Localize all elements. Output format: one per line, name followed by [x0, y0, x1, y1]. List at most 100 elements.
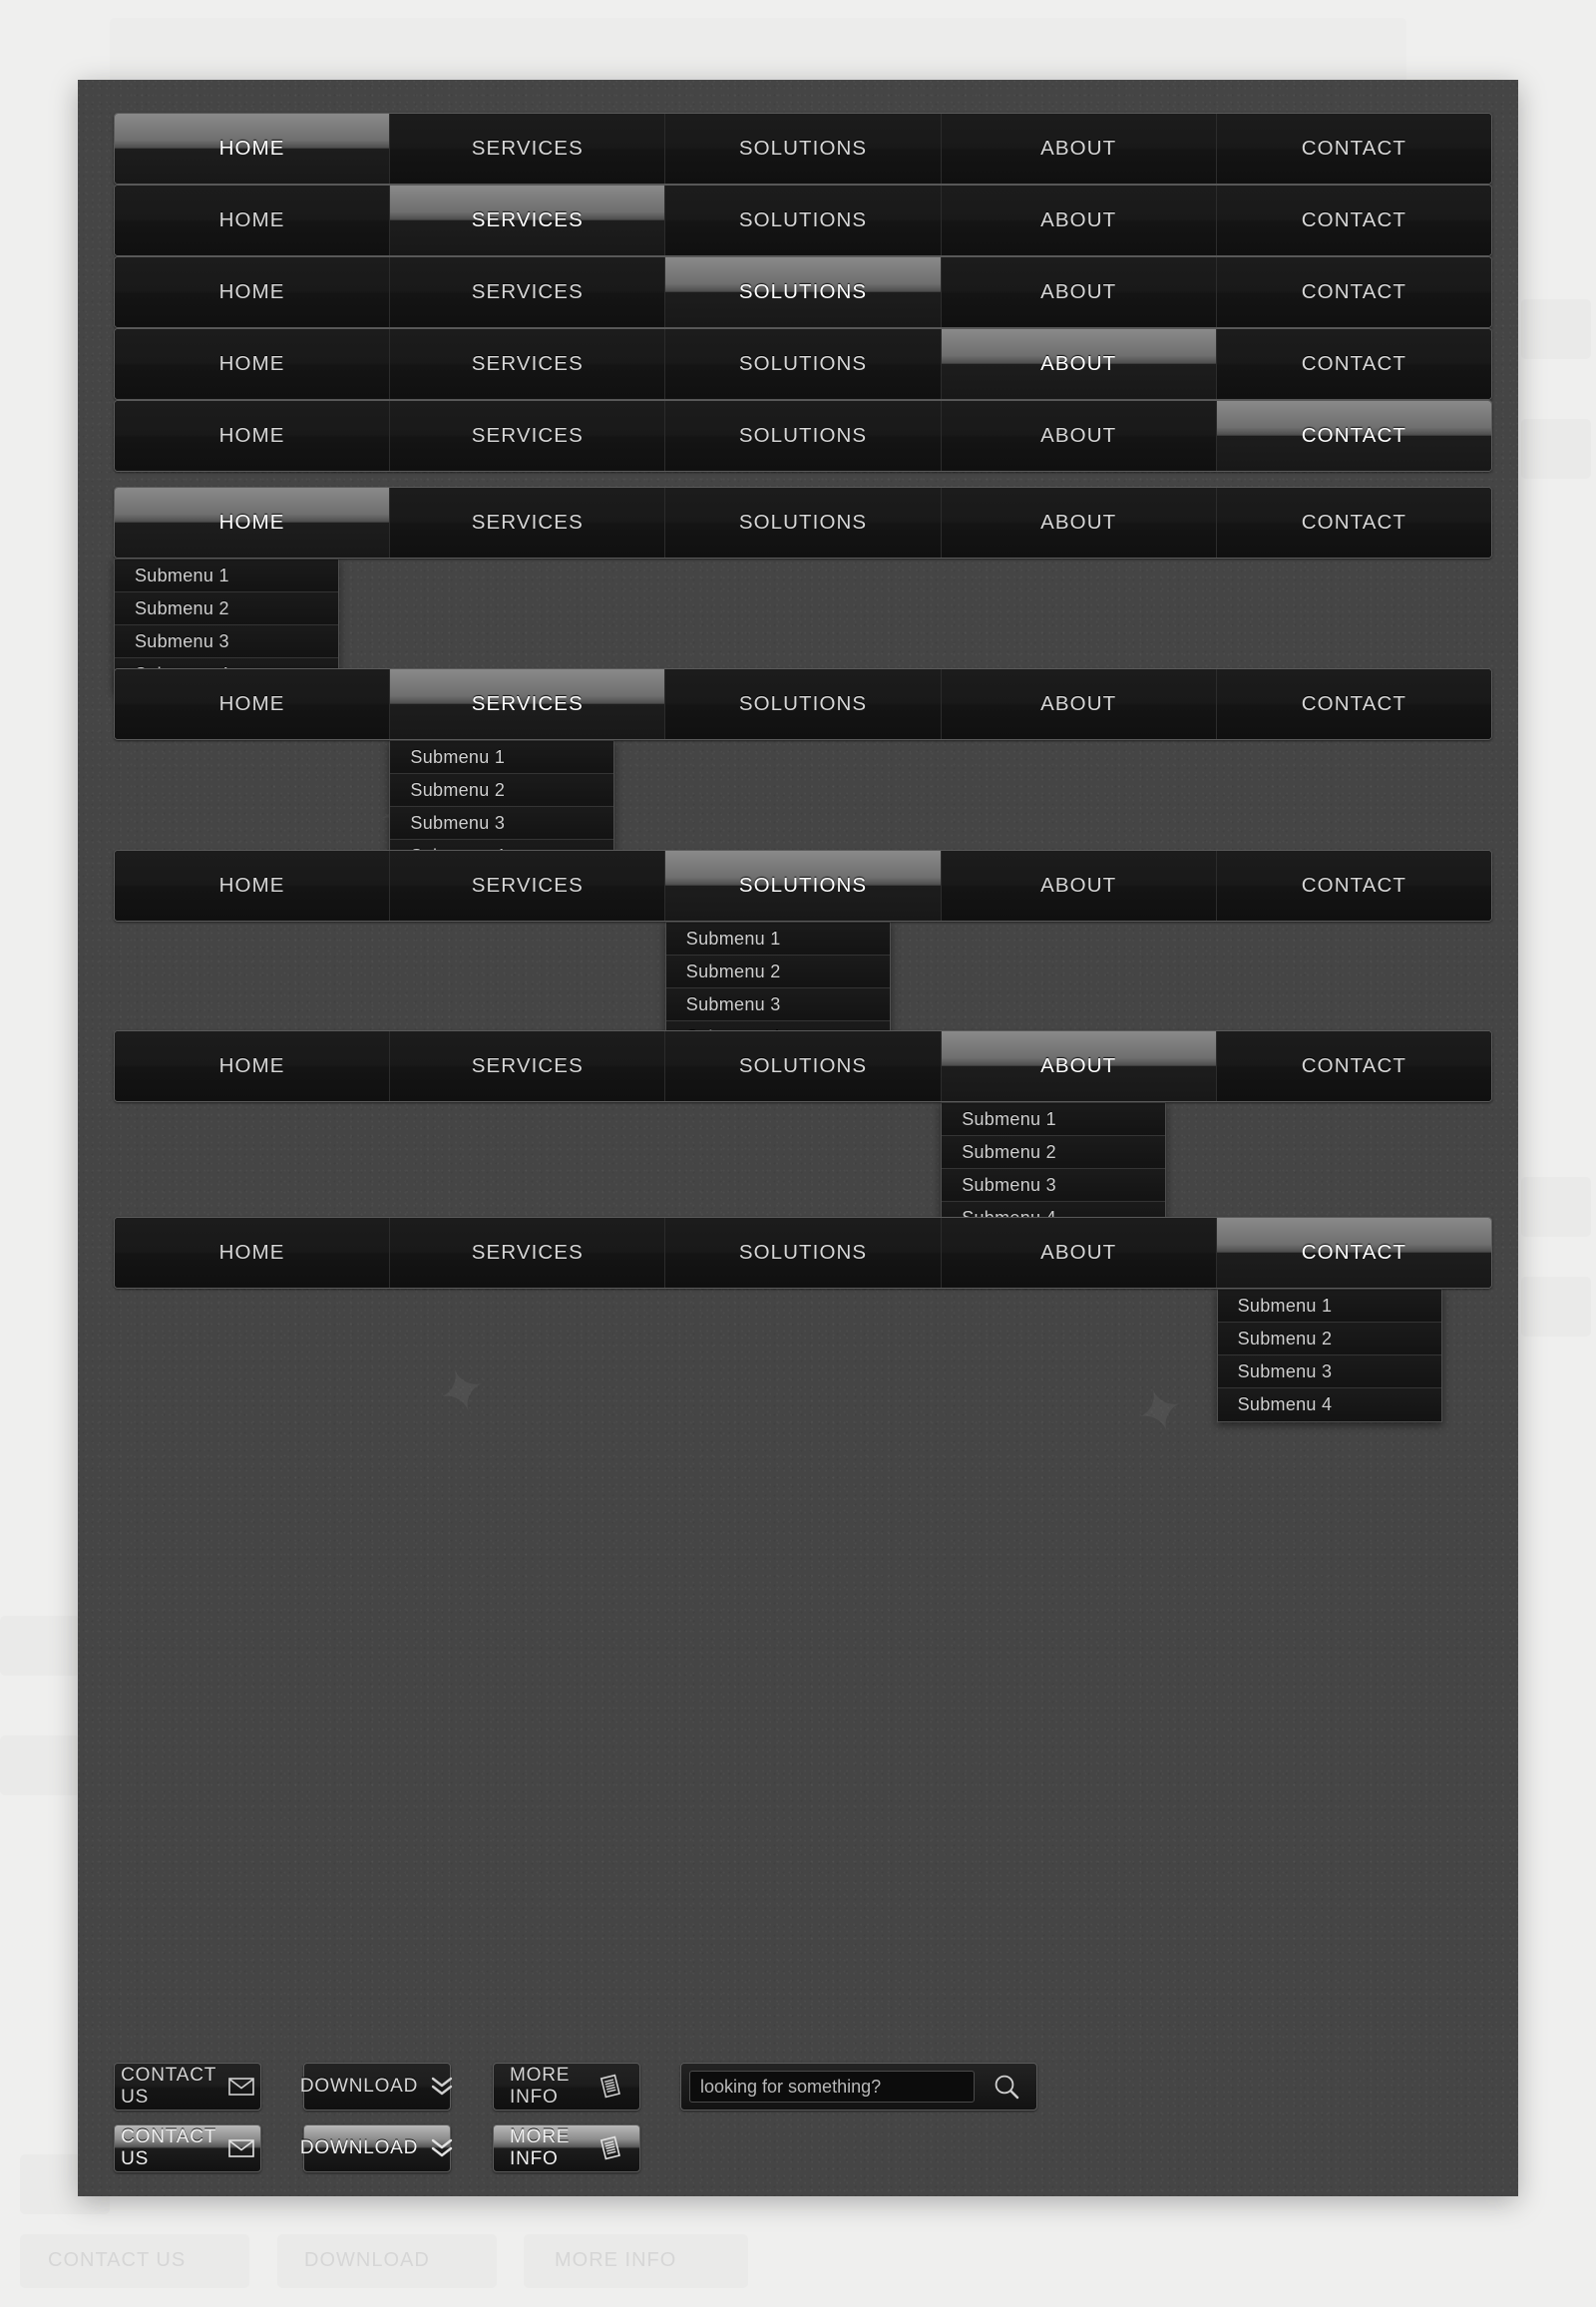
nav-item-contact[interactable]: CONTACT	[1216, 257, 1491, 327]
nav-item-contact[interactable]: CONTACT	[1216, 186, 1491, 255]
nav-item-label: SERVICES	[471, 208, 584, 231]
nav-item-solutions[interactable]: SOLUTIONS	[665, 186, 942, 255]
ghost-block-e	[1521, 299, 1591, 359]
nav-bar: HOME SERVICES SOLUTIONS ABOUT CONTACT	[114, 185, 1492, 256]
nav-item-home[interactable]: HOME	[115, 488, 391, 558]
nav-item-home[interactable]: HOME	[115, 329, 391, 399]
submenu-item[interactable]: Submenu 2	[942, 1136, 1166, 1169]
submenu-item[interactable]: Submenu 2	[665, 956, 890, 988]
nav-item-home[interactable]: HOME	[115, 1218, 391, 1288]
nav-item-about[interactable]: ABOUT	[941, 669, 1217, 739]
nav-item-label: SOLUTIONS	[738, 1054, 868, 1077]
nav-item-about[interactable]: ABOUT	[941, 1218, 1217, 1288]
download-label: DOWNLOAD	[299, 2076, 419, 2097]
submenu-item[interactable]: Submenu 1	[665, 923, 890, 956]
nav-item-services[interactable]: SERVICES	[390, 401, 666, 471]
nav-item-solutions[interactable]: SOLUTIONS	[665, 329, 942, 399]
nav-item-services[interactable]: SERVICES	[390, 1218, 666, 1288]
submenu-item[interactable]: Submenu 3	[942, 1169, 1166, 1202]
nav-item-label: SOLUTIONS	[738, 424, 868, 447]
nav-item-contact[interactable]: CONTACT	[1216, 329, 1491, 399]
nav-item-label: SOLUTIONS	[738, 1241, 868, 1264]
submenu-item[interactable]: Submenu 2	[390, 774, 614, 807]
nav-item-solutions[interactable]: SOLUTIONS	[665, 1031, 942, 1101]
nav-item-label: CONTACT	[1301, 280, 1407, 303]
contact-us-button-hover[interactable]: CONTACT US	[114, 2124, 261, 2172]
submenu-item[interactable]: Submenu 1	[390, 741, 614, 774]
nav-item-services[interactable]: SERVICES	[390, 1031, 666, 1101]
nav-item-about[interactable]: ABOUT	[941, 186, 1217, 255]
nav-item-solutions[interactable]: SOLUTIONS	[665, 257, 942, 327]
nav-item-about[interactable]: ABOUT	[941, 401, 1217, 471]
nav-item-services[interactable]: SERVICES	[390, 851, 666, 921]
submenu-item[interactable]: Submenu 3	[665, 988, 890, 1021]
nav-item-contact[interactable]: CONTACT	[1216, 1031, 1491, 1101]
nav-item-home[interactable]: HOME	[115, 186, 391, 255]
watermark-mark-4: ✦	[1126, 1371, 1199, 1451]
nav-item-solutions[interactable]: SOLUTIONS	[665, 1218, 942, 1288]
nav-item-home[interactable]: HOME	[115, 257, 391, 327]
nav-item-home[interactable]: HOME	[115, 1031, 391, 1101]
download-button-hover[interactable]: DOWNLOAD	[299, 2124, 453, 2172]
search-input[interactable]	[689, 2071, 975, 2103]
nav-item-about[interactable]: ABOUT	[941, 114, 1217, 184]
nav-item-contact[interactable]: CONTACT	[1216, 114, 1491, 184]
nav-item-solutions[interactable]: SOLUTIONS	[665, 488, 942, 558]
submenu-item[interactable]: Submenu 2	[115, 592, 338, 625]
nav-item-contact[interactable]: CONTACT	[1216, 1218, 1491, 1288]
ghost-block-f	[1521, 419, 1591, 479]
nav-item-home[interactable]: HOME	[115, 114, 391, 184]
nav-item-label: SERVICES	[471, 874, 584, 897]
submenu-item[interactable]: Submenu 1	[115, 560, 338, 592]
ghost-block-g	[1521, 1177, 1591, 1237]
nav-item-home[interactable]: HOME	[115, 669, 391, 739]
submenu-item[interactable]: Submenu 1	[942, 1103, 1166, 1136]
nav-item-contact[interactable]: CONTACT	[1216, 401, 1491, 471]
submenu-item[interactable]: Submenu 3	[390, 807, 614, 840]
nav-item-contact[interactable]: CONTACT	[1216, 851, 1491, 921]
nav-item-services[interactable]: SERVICES	[390, 669, 666, 739]
nav-item-contact[interactable]: CONTACT	[1216, 488, 1491, 558]
nav-item-about[interactable]: ABOUT	[941, 1031, 1217, 1101]
nav-item-label: SERVICES	[471, 280, 584, 303]
submenu-item[interactable]: Submenu 4	[1217, 1388, 1441, 1421]
watermark-mark-3: ✦	[428, 1351, 501, 1431]
nav-item-services[interactable]: SERVICES	[390, 329, 666, 399]
more-info-button-hover[interactable]: MORE INFO	[493, 2124, 640, 2172]
nav-item-about[interactable]: ABOUT	[941, 257, 1217, 327]
nav-item-contact[interactable]: CONTACT	[1216, 669, 1491, 739]
nav-item-services[interactable]: SERVICES	[390, 488, 666, 558]
submenu-item[interactable]: Submenu 3	[115, 625, 338, 658]
submenu-item[interactable]: Submenu 1	[1217, 1290, 1441, 1323]
nav-item-solutions[interactable]: SOLUTIONS	[665, 851, 942, 921]
nav-item-label: CONTACT	[1301, 424, 1407, 447]
download-hover-label: DOWNLOAD	[299, 2137, 419, 2158]
search-button[interactable]	[985, 2073, 1028, 2101]
nav-item-label: ABOUT	[1040, 208, 1117, 231]
more-info-label: MORE INFO	[510, 2065, 571, 2108]
nav-item-about[interactable]: ABOUT	[941, 488, 1217, 558]
nav-item-services[interactable]: SERVICES	[390, 257, 666, 327]
nav-item-solutions[interactable]: SOLUTIONS	[665, 669, 942, 739]
nav-bar: HOME SERVICES SOLUTIONS ABOUT CONTACT	[114, 256, 1492, 328]
nav-bar: HOME SERVICES SOLUTIONS ABOUT CONTACT	[114, 1030, 1492, 1102]
download-button[interactable]: DOWNLOAD	[299, 2063, 453, 2111]
page-background: CONTACT US DOWNLOAD MORE INFO ✦ ✦ ✦ ✦ HO…	[0, 0, 1596, 2307]
nav-item-home[interactable]: HOME	[115, 851, 391, 921]
nav-item-label: SOLUTIONS	[738, 208, 868, 231]
nav-item-services[interactable]: SERVICES	[390, 186, 666, 255]
submenu-item[interactable]: Submenu 2	[1217, 1323, 1441, 1355]
nav-item-services[interactable]: SERVICES	[390, 114, 666, 184]
nav-item-solutions[interactable]: SOLUTIONS	[665, 401, 942, 471]
nav-item-label: SERVICES	[471, 1241, 584, 1264]
nav-item-label: CONTACT	[1301, 874, 1407, 897]
nav-item-solutions[interactable]: SOLUTIONS	[665, 114, 942, 184]
more-info-button[interactable]: MORE INFO	[493, 2063, 640, 2111]
search-box[interactable]	[680, 2063, 1037, 2111]
nav-item-about[interactable]: ABOUT	[941, 851, 1217, 921]
contact-us-button[interactable]: CONTACT US	[114, 2063, 261, 2111]
submenu-item[interactable]: Submenu 3	[1217, 1355, 1441, 1388]
nav-item-home[interactable]: HOME	[115, 401, 391, 471]
nav-item-about[interactable]: ABOUT	[941, 329, 1217, 399]
nav-item-label: CONTACT	[1301, 1054, 1407, 1077]
